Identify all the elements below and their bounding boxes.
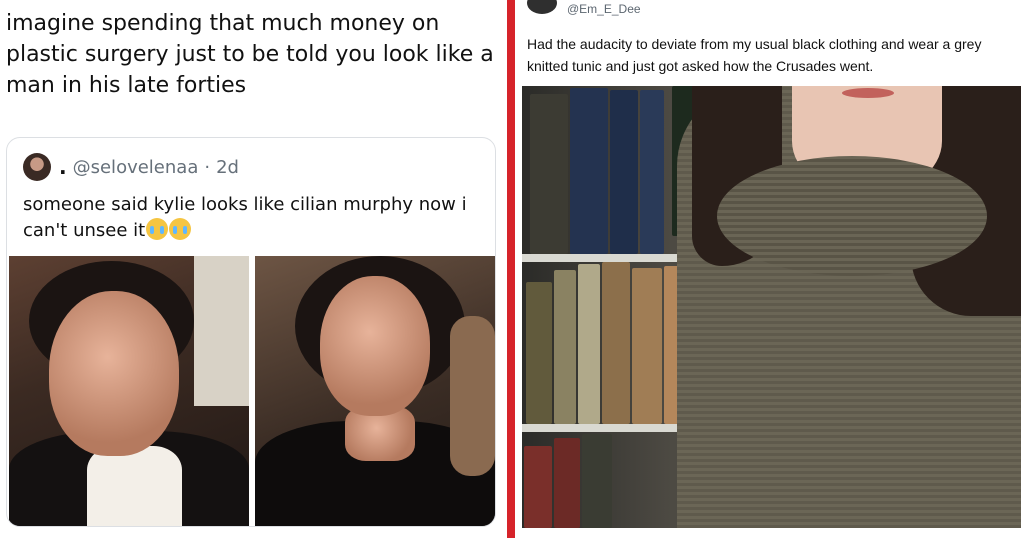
avatar[interactable] [527,0,557,14]
avatar[interactable] [23,153,51,181]
book [640,90,664,254]
book [582,434,612,528]
red-divider [507,0,515,538]
loudly-crying-face-icon [169,218,192,240]
cowl-neck [717,156,987,276]
photo-face [320,276,430,416]
quoted-photo-left[interactable] [9,256,249,526]
photo-shirt [87,446,182,526]
quoted-timestamp[interactable]: 2d [216,157,239,178]
photo-face [49,291,179,456]
quoted-tweet-header: . @selovelenaa · 2d [23,152,239,182]
main-tweet-text: imagine spending that much money on plas… [6,11,494,98]
quoted-handle[interactable]: @selovelenaa [73,157,199,178]
book [570,88,608,254]
display-name[interactable]: . [59,155,67,179]
quoted-photo-right[interactable] [255,256,495,526]
quoted-text-body: someone said kylie looks like cilian mur… [23,194,467,241]
book [526,282,552,424]
photo-background-figure [194,256,249,406]
book [530,94,568,254]
right-tweet-photo[interactable] [522,86,1021,528]
handle-separator: · [204,156,211,178]
photo-background-figure [450,316,495,476]
book [632,268,662,424]
right-tweet-text: Had the audacity to deviate from my usua… [527,36,982,74]
book [554,438,580,528]
loudly-crying-face-icon [146,218,169,240]
book [602,262,630,424]
lips [842,88,894,98]
right-tweet-screenshot: @Em_E_Dee Had the audacity to deviate fr… [515,0,1024,538]
book [554,270,576,424]
book [610,90,638,254]
left-tweet-screenshot: imagine spending that much money on plas… [0,0,507,538]
book [524,446,552,528]
book [578,264,600,424]
quoted-tweet-card[interactable]: . @selovelenaa · 2d someone said kylie l… [6,137,496,527]
right-handle[interactable]: @Em_E_Dee [567,2,641,16]
quoted-tweet-text: someone said kylie looks like cilian mur… [23,192,488,244]
